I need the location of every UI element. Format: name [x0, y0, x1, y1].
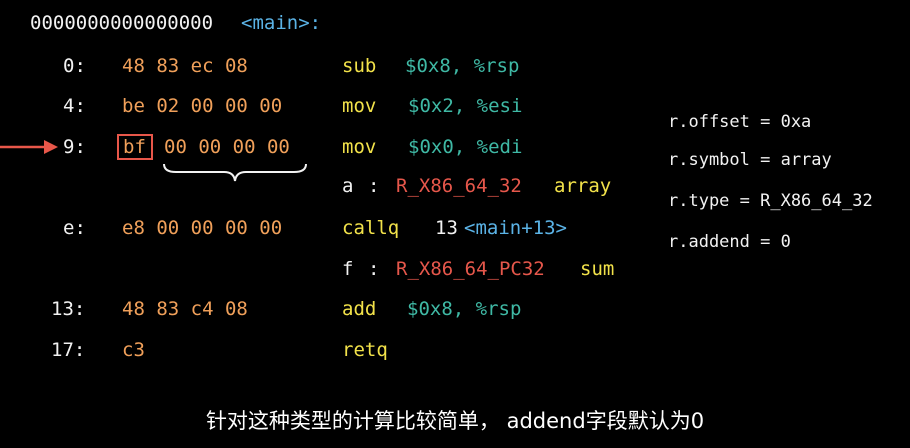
relocation-offset: a — [342, 175, 354, 197]
video-subtitle: 针对这种类型的计算比较简单， addend字段默认为0 — [205, 409, 705, 433]
relocation-field-offset: r.offset = 0xa — [668, 112, 812, 132]
offset-label: 13: — [51, 298, 86, 320]
machine-code-bytes: 48 83 ec 08 — [122, 55, 248, 77]
relocation-field-addend: r.addend = 0 — [668, 232, 791, 252]
instruction-operands: $0x2, %esi — [408, 95, 523, 117]
relocation-offset: f — [342, 258, 354, 280]
curly-brace-icon — [163, 163, 307, 182]
instruction-mnemonic: mov — [342, 95, 377, 117]
instruction-mnemonic: mov — [342, 136, 377, 158]
instruction-mnemonic: retq — [342, 339, 388, 361]
relocation-type: R_X86_64_32 — [396, 175, 522, 197]
call-target-address: 13 — [435, 217, 458, 239]
relocation-symbol: array — [554, 175, 612, 197]
relocation-symbol: sum — [580, 258, 615, 280]
machine-code-bytes: e8 00 00 00 00 — [122, 217, 283, 239]
relocation-field-type: r.type = R_X86_64_32 — [668, 191, 873, 211]
call-target-symbol: <main+13> — [464, 217, 567, 239]
instruction-operands: $0x8, %rsp — [405, 55, 520, 77]
relocation-separator: : — [368, 258, 380, 280]
offset-label: 17: — [51, 339, 86, 361]
machine-code-bytes: 48 83 c4 08 — [122, 298, 248, 320]
function-symbol: <main>: — [241, 12, 322, 34]
instruction-operands: $0x0, %edi — [408, 136, 523, 158]
machine-code-bytes: be 02 00 00 00 — [122, 95, 283, 117]
instruction-operands: $0x8, %rsp — [407, 298, 522, 320]
relocation-field-symbol: r.symbol = array — [668, 150, 832, 170]
offset-label: e: — [63, 217, 86, 239]
instruction-mnemonic: sub — [342, 55, 377, 77]
offset-label: 4: — [63, 95, 86, 117]
relocation-type: R_X86_64_PC32 — [396, 258, 545, 280]
arrow-right-icon — [0, 140, 58, 154]
offset-label: 0: — [63, 55, 86, 77]
function-address: 0000000000000000 — [30, 12, 214, 34]
immediate-bytes: 00 00 00 00 — [164, 136, 290, 158]
machine-code-bytes: c3 — [122, 339, 145, 361]
relocation-separator: : — [368, 175, 380, 197]
instruction-mnemonic: add — [342, 298, 377, 320]
instruction-mnemonic: callq — [342, 217, 400, 239]
opcode-byte: bf — [123, 136, 146, 158]
offset-label: 9: — [63, 136, 86, 158]
